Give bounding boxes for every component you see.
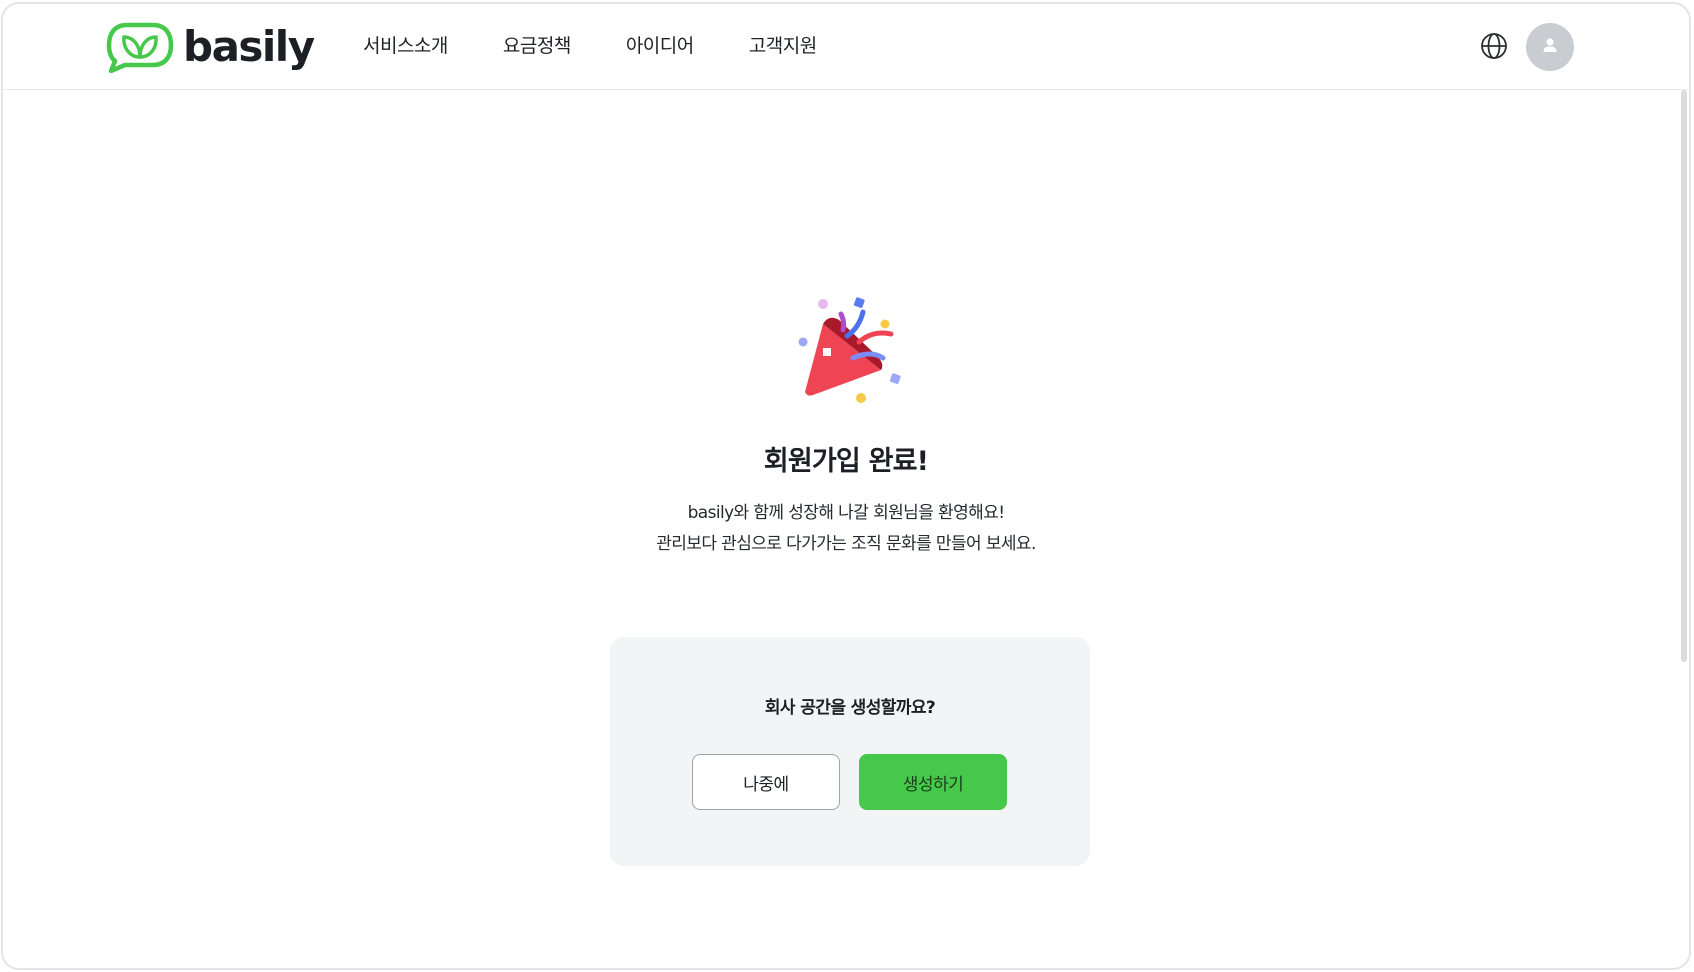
avatar[interactable] xyxy=(1526,23,1574,71)
scrollbar[interactable] xyxy=(1681,90,1687,662)
welcome-line-1: basily와 함께 성장해 나갈 회원님을 환영해요! xyxy=(687,503,1005,523)
party-popper-icon xyxy=(793,294,908,409)
nav-item-ideas[interactable]: 아이디어 xyxy=(626,31,694,58)
basily-logo-icon xyxy=(105,21,175,73)
browser-frame: basily 서비스소개 요금정책 아이디어 고객지원 회원가입 완료! bas… xyxy=(1,2,1691,970)
main-nav: 서비스소개 요금정책 아이디어 고객지원 xyxy=(363,31,872,58)
page-title: 회원가입 완료! xyxy=(763,446,929,477)
welcome-line-2: 관리보다 관심으로 다가가는 조직 문화를 만들어 보세요. xyxy=(656,534,1036,554)
nav-item-support[interactable]: 고객지원 xyxy=(749,31,817,58)
later-button[interactable]: 나중에 xyxy=(692,754,840,810)
top-header: basily 서비스소개 요금정책 아이디어 고객지원 xyxy=(3,4,1689,90)
user-icon xyxy=(1541,36,1559,58)
nav-item-service-intro[interactable]: 서비스소개 xyxy=(363,31,448,58)
create-space-button[interactable]: 생성하기 xyxy=(859,754,1007,810)
nav-item-pricing[interactable]: 요금정책 xyxy=(503,31,571,58)
create-space-question: 회사 공간을 생성할까요? xyxy=(764,698,936,718)
welcome-description: basily와 함께 성장해 나갈 회원님을 환영해요! 관리보다 관심으로 다… xyxy=(3,498,1689,560)
logo-text: basily xyxy=(183,22,315,71)
logo[interactable]: basily xyxy=(105,20,315,74)
globe-icon[interactable] xyxy=(1480,32,1508,60)
create-space-card: 회사 공간을 생성할까요? 나중에 생성하기 xyxy=(610,637,1090,866)
